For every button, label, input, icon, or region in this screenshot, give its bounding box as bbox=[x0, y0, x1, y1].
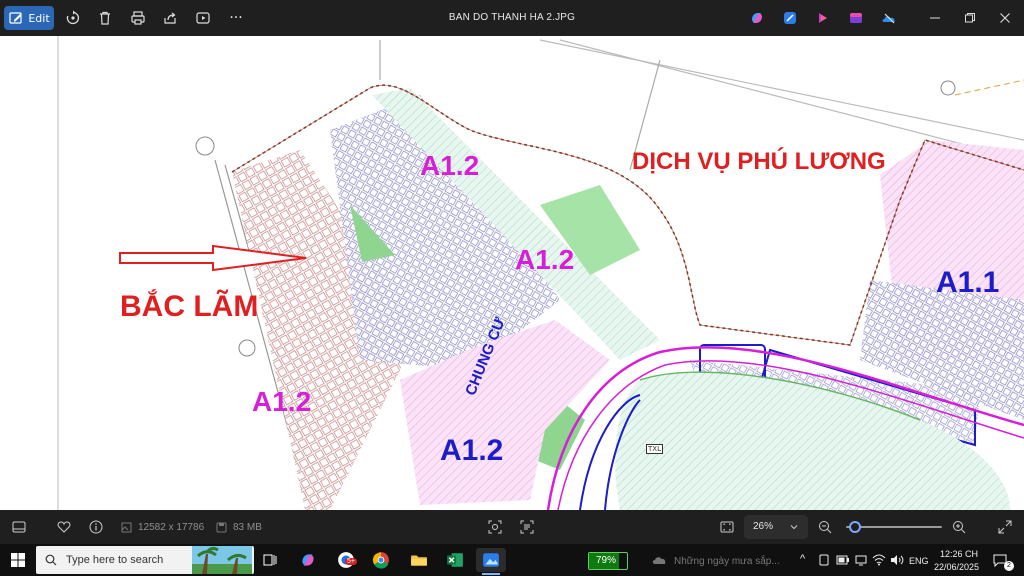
image-viewer[interactable]: BẮC LÃM DỊCH VỤ PHÚ LƯƠNG A1.2 A1.2 A1.2… bbox=[0, 36, 1024, 510]
label-dich-vu-phu-luong: DỊCH VỤ PHÚ LƯƠNG bbox=[632, 148, 886, 175]
clipchamp-button[interactable] bbox=[812, 6, 834, 30]
full-screen-button[interactable] bbox=[996, 518, 1014, 536]
copilot-icon bbox=[752, 13, 762, 23]
clock-date[interactable]: 22/06/2025 bbox=[934, 562, 979, 572]
label-zone-a12-left: A1.2 bbox=[252, 386, 312, 417]
search-highlight-image bbox=[192, 546, 252, 574]
excel-icon bbox=[447, 553, 463, 567]
info-icon bbox=[89, 520, 103, 534]
map-image bbox=[0, 36, 1024, 510]
copilot-button[interactable] bbox=[746, 6, 768, 30]
taskbar-chrome[interactable] bbox=[366, 548, 396, 572]
chrome-icon bbox=[372, 552, 389, 569]
file-title: BAN DO THANH HA 2.JPG bbox=[448, 12, 576, 23]
title-bar: Edit ··· BAN DO THANH HA 2.JPG bbox=[0, 0, 1024, 36]
label-zone-a12-top: A1.2 bbox=[420, 150, 480, 181]
folder-icon bbox=[411, 555, 427, 566]
weather-text[interactable]: Những ngày mưa sắp... bbox=[674, 556, 780, 567]
minimize-icon bbox=[930, 17, 940, 19]
taskbar-search[interactable]: Type here to search bbox=[36, 546, 254, 574]
restore-icon bbox=[965, 13, 975, 23]
copilot-icon bbox=[302, 554, 314, 566]
filmstrip-icon bbox=[12, 521, 26, 533]
label-bac-lam: BẮC LÃM bbox=[120, 290, 259, 323]
clock-time[interactable]: 12:26 CH bbox=[940, 549, 978, 559]
label-zone-a12-mid: A1.2 bbox=[515, 244, 575, 275]
label-zone-a12-bottom: A1.2 bbox=[440, 434, 504, 467]
visual-search-icon bbox=[488, 520, 502, 534]
show-hidden-icons-button[interactable]: ^ bbox=[800, 553, 805, 565]
minimize-button[interactable] bbox=[919, 6, 951, 30]
image-dimensions-icon bbox=[121, 522, 132, 533]
label-zone-a11: A1.1 bbox=[936, 266, 1000, 299]
close-icon bbox=[1000, 13, 1010, 23]
weather-icon bbox=[652, 557, 666, 564]
windows-icon bbox=[11, 553, 25, 567]
search-icon bbox=[45, 554, 57, 566]
search-placeholder: Type here to search bbox=[66, 554, 164, 566]
info-button[interactable] bbox=[87, 518, 105, 536]
zoom-value: 26% bbox=[753, 521, 774, 532]
clipchamp-icon bbox=[819, 13, 827, 23]
restore-button[interactable] bbox=[954, 6, 986, 30]
taskbar: Type here to search 5+ 79% Những ngày mư… bbox=[0, 544, 1024, 576]
zoom-dropdown[interactable]: 26% bbox=[744, 515, 808, 539]
zoom-out-button[interactable] bbox=[816, 518, 834, 536]
zoom-slider-thumb[interactable] bbox=[848, 521, 861, 533]
designer-icon bbox=[784, 12, 796, 24]
favorite-button[interactable] bbox=[55, 518, 73, 536]
file-size: 83 MB bbox=[233, 522, 262, 533]
task-view-button[interactable] bbox=[255, 548, 285, 572]
volume-icon[interactable] bbox=[890, 554, 904, 566]
remote-icon[interactable] bbox=[818, 554, 830, 566]
onedrive-button[interactable] bbox=[878, 6, 900, 30]
file-size-icon bbox=[216, 522, 227, 533]
battery-icon[interactable] bbox=[836, 555, 850, 565]
visual-search-button[interactable] bbox=[486, 518, 504, 536]
close-button[interactable] bbox=[989, 6, 1021, 30]
designer-button[interactable] bbox=[779, 6, 801, 30]
taskbar-excel[interactable] bbox=[440, 548, 470, 572]
wifi-icon[interactable] bbox=[872, 554, 886, 566]
taskbar-file-explorer[interactable] bbox=[404, 548, 434, 572]
taskbar-photos[interactable] bbox=[476, 548, 506, 575]
photos-icon bbox=[483, 553, 499, 567]
photos-icon bbox=[850, 13, 862, 23]
pointer-arrow-icon bbox=[119, 244, 307, 272]
battery-percent: 79% bbox=[596, 555, 617, 566]
zoom-in-button[interactable] bbox=[950, 518, 968, 536]
onedrive-icon bbox=[882, 13, 895, 24]
battery-indicator: 79% bbox=[588, 552, 628, 570]
taskbar-app-badge[interactable]: 5+ bbox=[331, 548, 361, 572]
notification-badge: 5+ bbox=[345, 558, 357, 565]
start-button[interactable] bbox=[3, 548, 33, 572]
heart-icon bbox=[57, 521, 71, 533]
notification-count: 2 bbox=[1004, 561, 1014, 571]
filmstrip-button[interactable] bbox=[10, 518, 28, 536]
fit-window-icon bbox=[720, 521, 734, 533]
language-indicator[interactable]: ENG bbox=[909, 556, 929, 566]
zoom-out-icon bbox=[819, 521, 832, 534]
fit-to-window-button[interactable] bbox=[718, 518, 736, 536]
text-extract-button[interactable] bbox=[518, 518, 536, 536]
label-txl: TXL bbox=[646, 444, 663, 454]
display-icon[interactable] bbox=[855, 554, 867, 566]
text-extract-icon bbox=[520, 520, 534, 534]
image-dimensions: 12582 x 17786 bbox=[138, 522, 205, 533]
bottom-toolbar: 12582 x 17786 83 MB 26% bbox=[0, 510, 1024, 544]
expand-icon bbox=[998, 520, 1012, 534]
chevron-down-icon bbox=[790, 525, 798, 530]
photos-app-button[interactable] bbox=[845, 6, 867, 30]
task-view-icon bbox=[263, 554, 277, 566]
taskbar-copilot[interactable] bbox=[293, 548, 323, 572]
zoom-in-icon bbox=[953, 521, 966, 534]
